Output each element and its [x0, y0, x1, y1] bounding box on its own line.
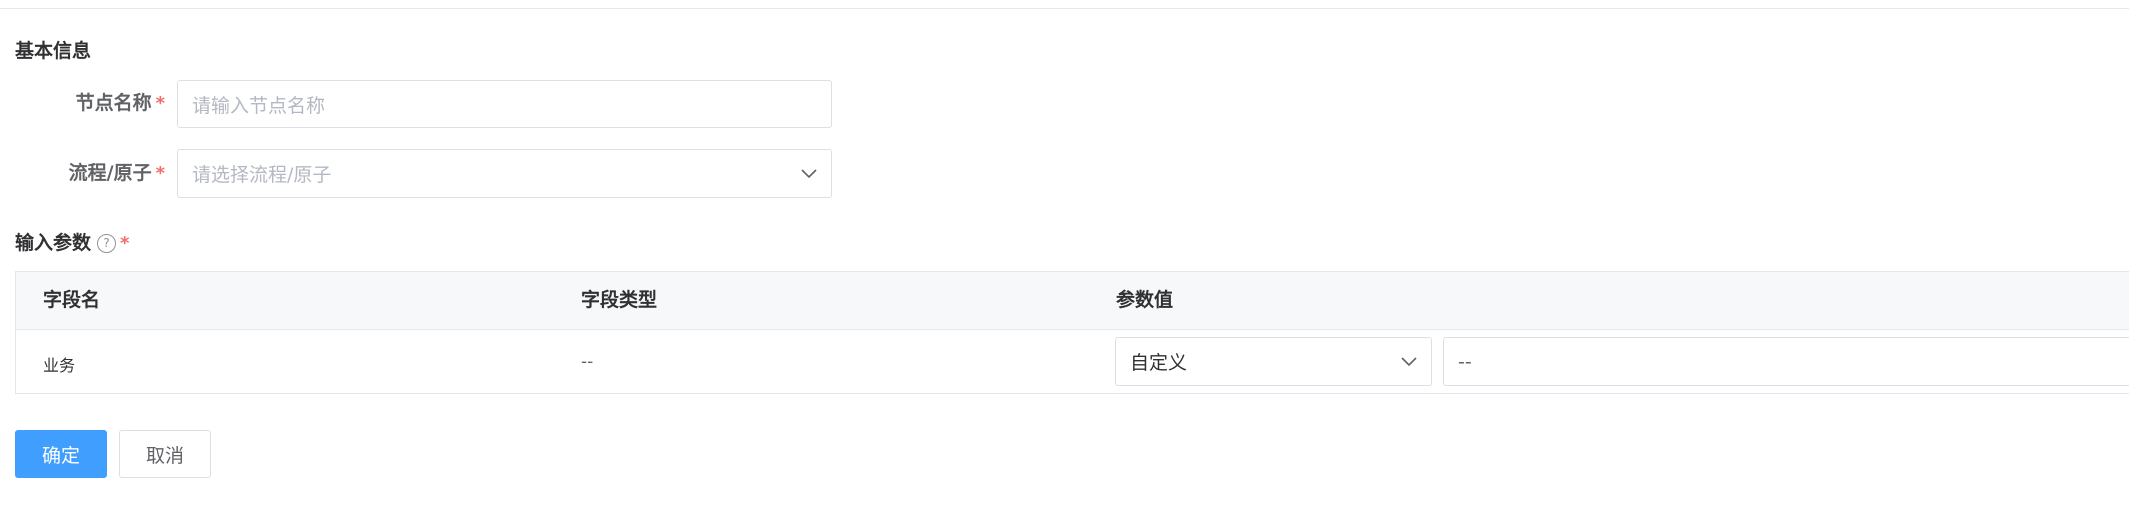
input-params-title-text: 输入参数	[15, 232, 92, 254]
node-name-label-text: 节点名称	[75, 92, 152, 114]
column-header-field-type: 字段类型	[581, 289, 658, 311]
required-mark: *	[155, 93, 165, 114]
input-params-title: 输入参数? *	[15, 228, 129, 255]
value-mode-select[interactable]: 自定义	[1115, 337, 1432, 386]
value-mode-text: 自定义	[1130, 352, 1188, 374]
basic-info-title-text: 基本信息	[15, 40, 92, 62]
required-mark: *	[120, 233, 130, 254]
confirm-button-label: 确定	[41, 444, 80, 467]
cell-field-name: 业务	[43, 356, 76, 375]
node-name-label: 节点名称 *	[20, 88, 165, 115]
basic-info-title: 基本信息	[15, 36, 91, 63]
cell-field-type: --	[581, 352, 594, 372]
confirm-button[interactable]: 确定	[15, 430, 107, 478]
top-divider	[0, 8, 2129, 9]
cancel-button-label: 取消	[145, 444, 184, 467]
table-header: 字段名 字段类型 参数值	[16, 272, 2129, 330]
column-header-param-value: 参数值	[1116, 289, 1174, 311]
column-header-field-name: 字段名	[43, 289, 101, 311]
flow-atom-label: 流程/原子 *	[20, 158, 165, 185]
flow-atom-select[interactable]: 请选择流程/原子	[177, 149, 832, 198]
flow-atom-label-text: 流程/原子	[68, 162, 152, 184]
chevron-down-icon	[1401, 356, 1417, 366]
cancel-button[interactable]: 取消	[119, 430, 211, 478]
param-value-input[interactable]: --	[1443, 337, 2129, 386]
param-value-text: --	[1458, 350, 1472, 373]
chevron-down-icon	[801, 168, 817, 178]
node-name-placeholder: 请输入节点名称	[192, 94, 326, 117]
params-table: 字段名 字段类型 参数值 业务 -- 自定义 --	[15, 271, 2129, 394]
flow-atom-placeholder: 请选择流程/原子	[192, 164, 332, 186]
node-name-input[interactable]: 请输入节点名称	[177, 80, 832, 128]
required-mark: *	[155, 163, 165, 184]
help-icon[interactable]: ?	[97, 234, 117, 253]
